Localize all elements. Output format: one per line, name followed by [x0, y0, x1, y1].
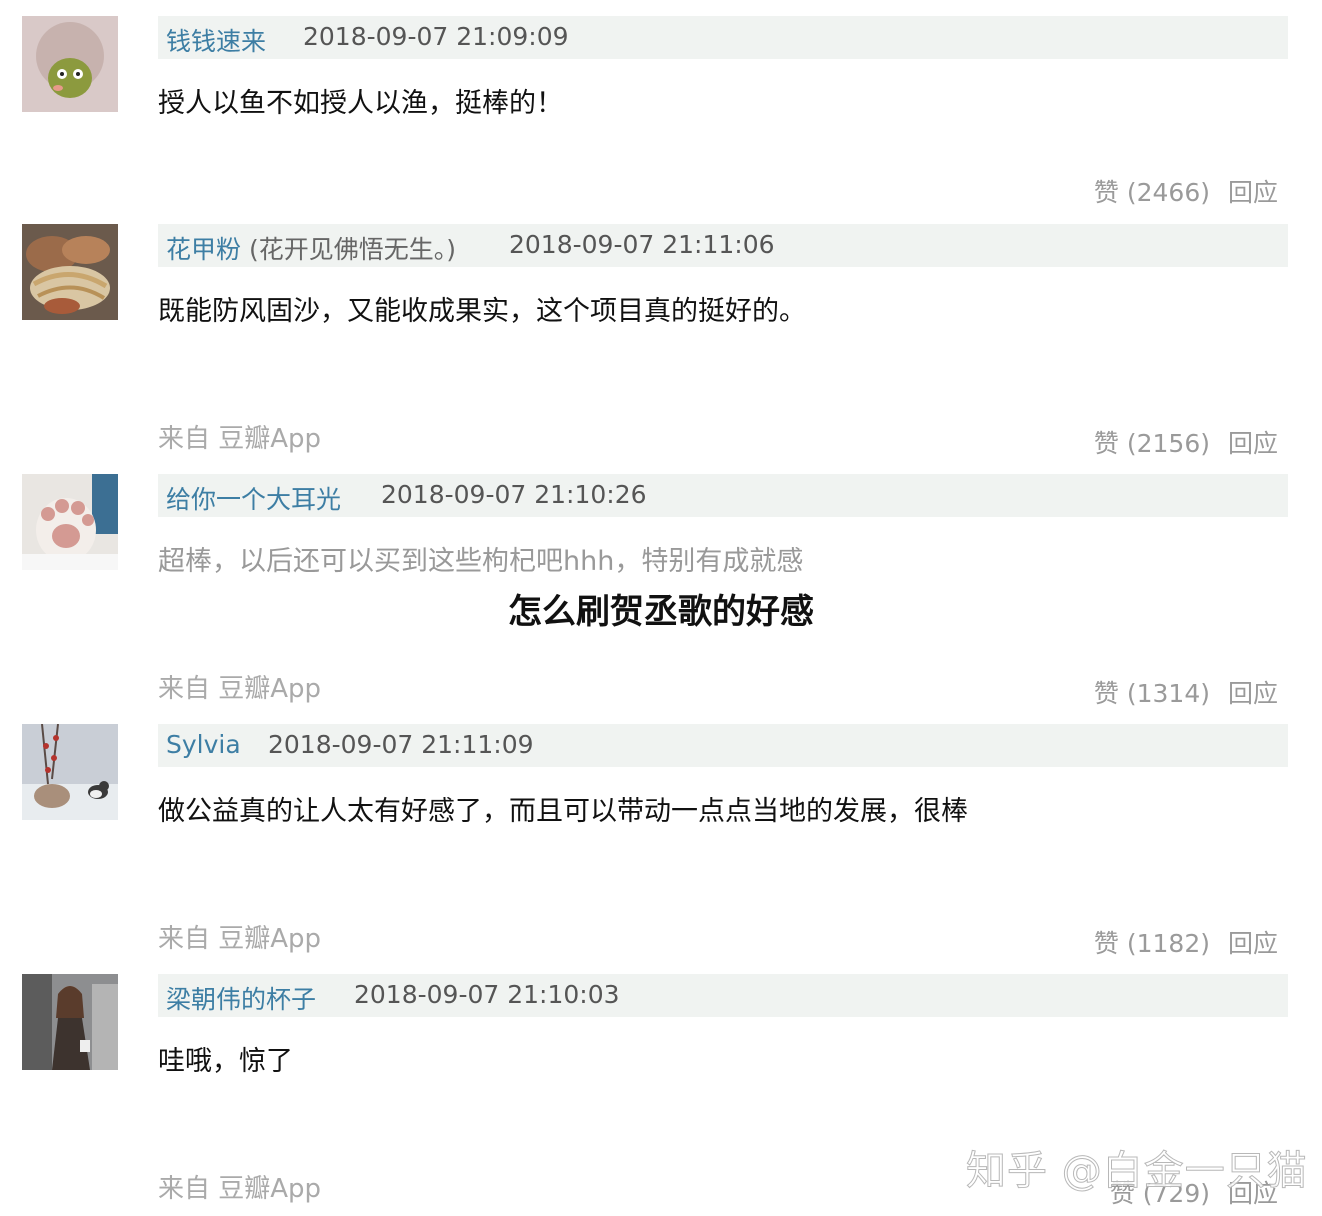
comment-meta-bar: 给你一个大耳光 2018-09-07 21:10:26 — [158, 474, 1288, 517]
comment-actions: 赞 (1314) 回应 — [1094, 674, 1278, 710]
comment-text: 哇哦，惊了 — [158, 1046, 293, 1077]
comment-source: 来自 豆瓣App — [158, 1174, 322, 1204]
comment-source: 来自 豆瓣App — [158, 924, 322, 954]
comment-text: 超棒，以后还可以买到这些枸杞吧hhh，特别有成就感 — [158, 546, 804, 577]
comment-timestamp: 2018-09-07 21:10:26 — [381, 480, 647, 509]
comment-timestamp: 2018-09-07 21:11:09 — [268, 730, 534, 759]
comment-source: 来自 豆瓣App — [158, 424, 322, 454]
comment-actions: 赞 (2156) 回应 — [1094, 424, 1278, 460]
author-link[interactable]: 梁朝伟的杯子 — [166, 980, 316, 1016]
comment-text: 做公益真的让人太有好感了，而且可以带动一点点当地的发展，很棒 — [158, 796, 968, 827]
comment-text: 既能防风固沙，又能收成果实，这个项目真的挺好的。 — [158, 296, 806, 327]
comment-meta-bar: 钱钱速来 2018-09-07 21:09:09 — [158, 16, 1288, 59]
author-link[interactable]: 钱钱速来 — [166, 22, 266, 58]
user-avatar[interactable] — [22, 974, 118, 1070]
author-link[interactable]: 花甲粉 (花开见佛悟无生。) — [166, 230, 456, 266]
like-button[interactable]: 赞 (1182) — [1094, 929, 1210, 958]
comment-item: Sylvia 2018-09-07 21:11:09 做公益真的让人太有好感了，… — [0, 708, 1322, 958]
comment-text: 授人以鱼不如授人以渔，挺棒的！ — [158, 88, 563, 119]
author-link[interactable]: Sylvia — [166, 730, 241, 759]
comment-item: 给你一个大耳光 2018-09-07 21:10:26 超棒，以后还可以买到这些… — [0, 458, 1322, 708]
like-button[interactable]: 赞 (2466) — [1094, 178, 1210, 207]
overlay-title: 怎么刷贺丞歌的好感 — [508, 592, 814, 632]
comment-meta-bar: 梁朝伟的杯子 2018-09-07 21:10:03 — [158, 974, 1288, 1017]
user-avatar[interactable] — [22, 724, 118, 820]
user-avatar[interactable] — [22, 16, 118, 112]
user-avatar[interactable] — [22, 224, 118, 320]
reply-button[interactable]: 回应 — [1228, 429, 1278, 458]
comment-timestamp: 2018-09-07 21:09:09 — [303, 22, 569, 51]
watermark: 知乎 @白金一只猫 — [966, 1148, 1308, 1195]
comment-item: 花甲粉 (花开见佛悟无生。) 2018-09-07 21:11:06 既能防风固… — [0, 208, 1322, 458]
reply-button[interactable]: 回应 — [1228, 679, 1278, 708]
reply-button[interactable]: 回应 — [1228, 929, 1278, 958]
comment-source: 来自 豆瓣App — [158, 674, 322, 704]
comment-timestamp: 2018-09-07 21:10:03 — [354, 980, 620, 1009]
comment-actions: 赞 (2466) 回应 — [1094, 173, 1278, 209]
comment-timestamp: 2018-09-07 21:11:06 — [509, 230, 775, 259]
reply-button[interactable]: 回应 — [1228, 178, 1278, 207]
comment-meta-bar: 花甲粉 (花开见佛悟无生。) 2018-09-07 21:11:06 — [158, 224, 1288, 267]
comment-actions: 赞 (1182) 回应 — [1094, 924, 1278, 960]
author-alias: (花开见佛悟无生。) — [248, 235, 456, 264]
user-avatar[interactable] — [22, 474, 118, 570]
author-link[interactable]: 给你一个大耳光 — [166, 480, 341, 516]
comment-meta-bar: Sylvia 2018-09-07 21:11:09 — [158, 724, 1288, 767]
like-button[interactable]: 赞 (1314) — [1094, 679, 1210, 708]
like-button[interactable]: 赞 (2156) — [1094, 429, 1210, 458]
